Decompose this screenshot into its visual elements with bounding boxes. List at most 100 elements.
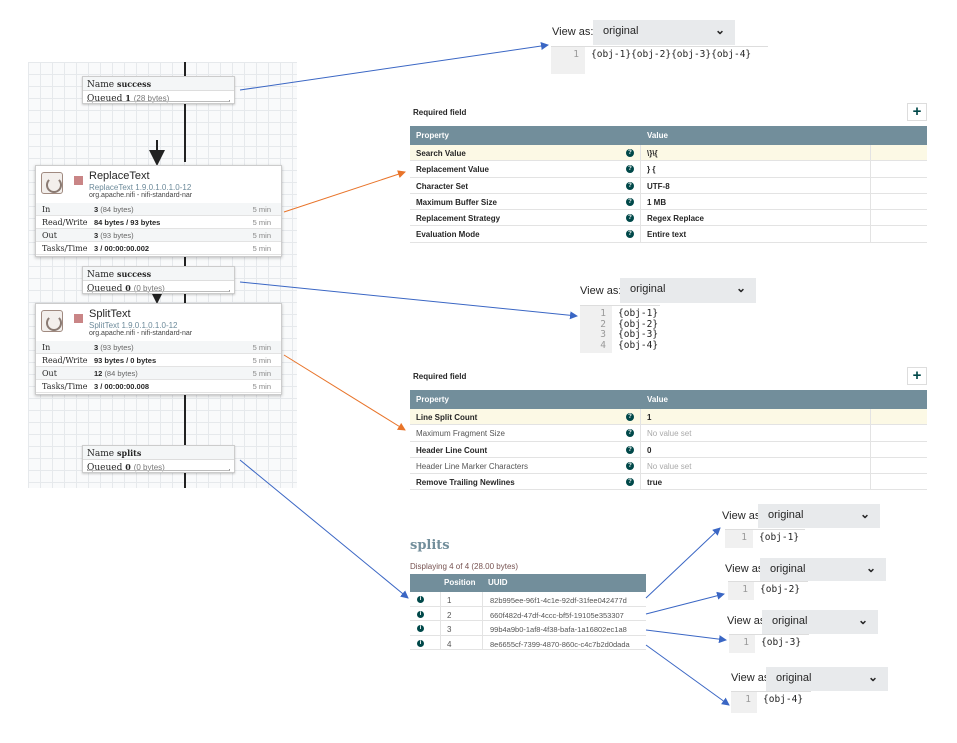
properties-table-replacetext: Property Value Search Value? \}\{Replacemen… [410, 126, 927, 243]
view-as-select[interactable]: original ⌄ [762, 610, 878, 634]
add-property-button[interactable]: + [907, 367, 927, 385]
help-icon[interactable]: ? [626, 197, 634, 206]
flowfile-row[interactable]: i 4 8e6655cf-7399-4870-860c-c4c7b2d0dada [410, 635, 646, 650]
content-viewer[interactable]: 1 {obj-1}{obj-2}{obj-3}{obj-4} [551, 46, 768, 74]
processor-icon [41, 310, 63, 332]
property-value[interactable]: Regex Replace [647, 214, 704, 223]
property-value[interactable]: Entire text [647, 230, 686, 239]
view-as-select[interactable]: original ⌄ [593, 20, 735, 45]
stopped-icon [74, 176, 83, 185]
property-value[interactable]: } { [647, 165, 655, 174]
column-header-value[interactable]: Value [647, 395, 668, 404]
info-icon[interactable]: i [417, 596, 424, 603]
property-value[interactable]: \}\{ [647, 149, 658, 158]
content-text: {obj-2} [760, 584, 801, 595]
property-row[interactable]: Evaluation Mode? Entire text [410, 226, 927, 243]
property-row[interactable]: Maximum Buffer Size? 1 MB [410, 193, 927, 211]
view-as-value: original [630, 283, 666, 295]
queue-title: splits [410, 538, 450, 553]
column-header-property[interactable]: Property [416, 395, 449, 404]
line-numbers: 1 [551, 47, 585, 74]
property-value[interactable]: 0 [647, 446, 651, 455]
property-name: Replacement Value [416, 165, 489, 175]
flowfile-row[interactable]: i 1 82b995ee-96f1-4c1e-92df-31fee042477d [410, 592, 646, 607]
property-row[interactable]: Replacement Value? } { [410, 161, 927, 178]
help-icon[interactable]: ? [626, 461, 634, 470]
content-viewer[interactable]: 1 2 3 4 {obj-1} {obj-2} {obj-3} {obj-4} [580, 305, 660, 353]
chevron-down-icon: ⌄ [714, 23, 725, 37]
property-value[interactable]: UTF-8 [647, 182, 670, 191]
view-as-select[interactable]: original ⌄ [758, 504, 880, 528]
flowfile-row[interactable]: i 3 99b4a9b0-1af8-4f38-bafa-1a16802ec1a8 [410, 621, 646, 636]
queued-label: Queued [87, 463, 123, 473]
line-numbers: 1 [728, 582, 754, 600]
stat-row: In 3 (84 bytes) 5 min [36, 203, 281, 216]
stat-row: In 3 (93 bytes) 5 min [36, 341, 281, 354]
content-text: {obj-3} [761, 637, 802, 648]
queue-table: Position UUID i 1 82b995ee-96f1-4c1e-92df-31… [410, 574, 646, 650]
help-icon[interactable]: ? [626, 230, 634, 239]
view-as-label: View as: [552, 26, 594, 38]
connection-name: success [116, 269, 152, 279]
flowfile-position: 1 [447, 596, 452, 605]
help-icon[interactable]: ? [626, 478, 634, 487]
chevron-down-icon: ⌄ [867, 670, 878, 684]
property-row[interactable]: Character Set? UTF-8 [410, 177, 927, 194]
line-numbers: 1 [725, 530, 753, 548]
connection-label-splits[interactable]: Name splits Queued 0 (0 bytes) [82, 445, 235, 473]
required-field-label: Required field [413, 372, 467, 381]
help-icon[interactable]: ? [626, 181, 634, 190]
content-viewer[interactable]: 1 {obj-2} [728, 581, 808, 600]
flowfile-row[interactable]: i 2 660f482d-47df-4ccc-bf5f-19105e353307 [410, 606, 646, 621]
property-row[interactable]: Line Split Count? 1 [410, 409, 927, 426]
column-header-uuid[interactable]: UUID [488, 578, 508, 587]
content-viewer[interactable]: 1 {obj-4} [731, 691, 811, 713]
view-as-select[interactable]: original ⌄ [620, 278, 756, 303]
column-header-position[interactable]: Position [444, 578, 476, 587]
property-row[interactable]: Remove Trailing Newlines? true [410, 474, 927, 491]
property-row[interactable]: Header Line Count? 0 [410, 441, 927, 458]
view-as-select[interactable]: original ⌄ [766, 667, 888, 691]
property-value[interactable]: No value set [647, 462, 691, 471]
flowfile-position: 4 [447, 639, 452, 649]
help-icon[interactable]: ? [626, 214, 634, 223]
info-icon[interactable]: i [417, 610, 424, 618]
help-icon[interactable]: ? [626, 165, 634, 174]
content-viewer[interactable]: 1 {obj-3} [729, 634, 809, 653]
flowfile-uuid: 82b995ee-96f1-4c1e-92df-31fee042477d [490, 596, 627, 605]
help-icon[interactable]: ? [626, 413, 634, 421]
column-header-property[interactable]: Property [416, 131, 449, 140]
property-name: Replacement Strategy [416, 214, 501, 224]
connection-label-success[interactable]: Name success Queued 1 (28 bytes) [82, 76, 235, 104]
content-text: {obj-1} [759, 532, 800, 543]
property-value[interactable]: 1 [647, 413, 651, 422]
property-name: Line Split Count [416, 413, 478, 422]
property-row[interactable]: Header Line Marker Characters? No value s… [410, 457, 927, 475]
column-header-value[interactable]: Value [647, 131, 668, 140]
content-viewer[interactable]: 1 {obj-1} [725, 529, 805, 548]
content-text: {obj-1}{obj-2}{obj-3}{obj-4} [591, 49, 752, 60]
property-value[interactable]: No value set [647, 429, 691, 438]
processor-replacetext[interactable]: ReplaceText ReplaceText 1.9.0.1.0.1.0-12… [35, 165, 282, 257]
queue-summary: Displaying 4 of 4 (28.00 bytes) [410, 562, 519, 571]
help-icon[interactable]: ? [626, 445, 634, 454]
stopped-icon [74, 314, 83, 323]
help-icon[interactable]: ? [626, 149, 634, 157]
property-row[interactable]: Replacement Strategy? Regex Replace [410, 210, 927, 227]
property-value[interactable]: 1 MB [647, 198, 666, 207]
property-value[interactable]: true [647, 478, 662, 487]
flowfile-uuid: 660f482d-47df-4ccc-bf5f-19105e353307 [490, 610, 624, 620]
processor-bundle: org.apache.nifi - nifi-standard-nar [89, 330, 193, 337]
chevron-down-icon: ⌄ [865, 561, 876, 575]
flowfile-position: 3 [447, 625, 452, 634]
add-property-button[interactable]: + [907, 103, 927, 121]
property-row[interactable]: Maximum Fragment Size? No value set [410, 425, 927, 442]
view-as-select[interactable]: original ⌄ [760, 558, 886, 581]
info-icon[interactable]: i [417, 625, 424, 632]
info-icon[interactable]: i [417, 639, 424, 647]
connection-label-success[interactable]: Name success Queued 0 (0 bytes) [82, 266, 235, 294]
help-icon[interactable]: ? [626, 429, 634, 438]
line-numbers: 1234 [580, 306, 612, 353]
processor-splittext[interactable]: SplitText SplitText 1.9.0.1.0.1.0-12 org… [35, 303, 282, 395]
property-row[interactable]: Search Value? \}\{ [410, 145, 927, 162]
